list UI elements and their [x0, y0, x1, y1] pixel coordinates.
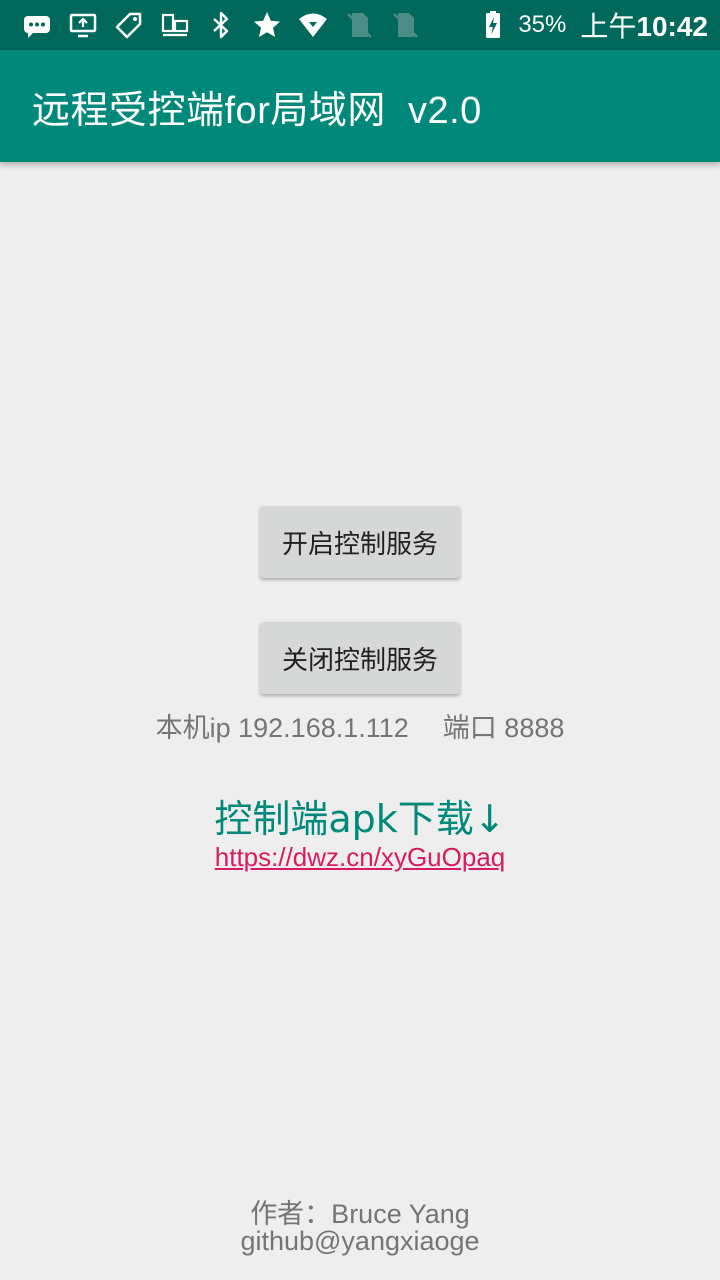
wifi-icon: [296, 8, 330, 42]
no-sim-icon: [342, 8, 376, 42]
bluetooth-icon: [204, 8, 238, 42]
download-link[interactable]: https://dwz.cn/xyGuOpaq: [0, 842, 720, 873]
star-icon: [250, 8, 284, 42]
devices-icon: [158, 8, 192, 42]
ip-label: 本机ip 192.168.1.112: [155, 713, 409, 743]
clock-time: 10:42: [636, 11, 708, 42]
app-title: 远程受控端for局域网 v2.0: [32, 89, 482, 132]
battery-percent: 35%: [518, 11, 567, 38]
no-sim-icon: [388, 8, 422, 42]
stop-service-button[interactable]: 关闭控制服务: [260, 622, 460, 694]
app-bar: 远程受控端for局域网 v2.0: [0, 50, 720, 162]
start-service-button[interactable]: 开启控制服务: [260, 506, 460, 578]
github-label: github@yangxiaoge: [240, 1226, 480, 1256]
cast-icon: [66, 8, 100, 42]
chat-bubble-icon: [20, 8, 54, 42]
clock-period: 上午: [580, 11, 637, 42]
tag-icon: [112, 8, 146, 42]
battery-charging-icon: [476, 8, 510, 42]
connection-info: 本机ip 192.168.1.112 端口 8888: [0, 706, 720, 745]
download-title: 控制端apk下载↓: [214, 797, 506, 841]
clock: 上午10:42: [580, 5, 708, 45]
port-label: 端口 8888: [442, 713, 565, 743]
status-bar: 35% 上午10:42: [0, 0, 720, 50]
